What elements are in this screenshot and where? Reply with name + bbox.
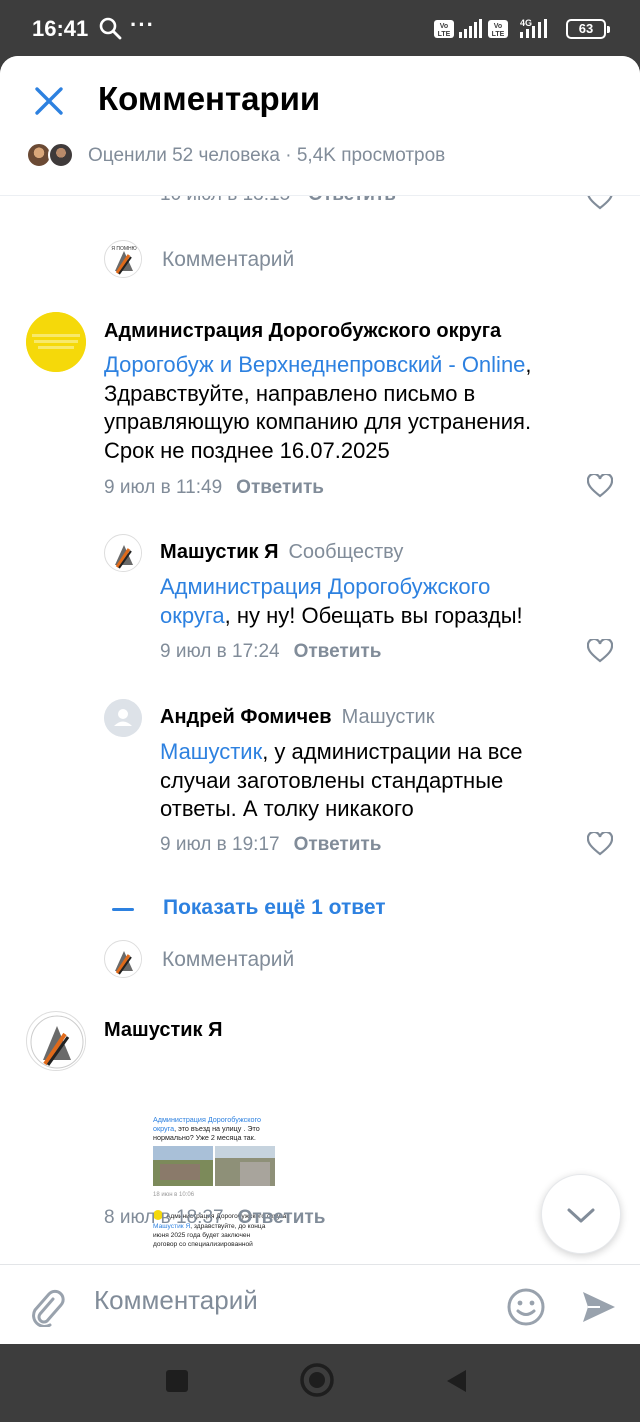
- comment-text-line: , ну ну! Обещать вы горазды!: [224, 602, 523, 628]
- back-triangle-icon[interactable]: [444, 1368, 470, 1394]
- svg-text:LTE: LTE: [438, 31, 451, 38]
- author-avatar[interactable]: [104, 699, 142, 737]
- mention-link[interactable]: Администрация Дорогобужского: [160, 574, 490, 599]
- attachment-line: договор со специализированной: [153, 1240, 253, 1248]
- send-icon[interactable]: [580, 1289, 618, 1325]
- reply-input-row[interactable]: Я ПОМНЮ Комментарий: [104, 240, 504, 280]
- svg-text:LTE: LTE: [492, 31, 505, 38]
- smile-icon[interactable]: [506, 1287, 546, 1327]
- recents-square-icon[interactable]: [164, 1368, 190, 1394]
- svg-text:4G: 4G: [520, 18, 532, 28]
- heart-icon[interactable]: [587, 474, 613, 498]
- show-more-replies-button[interactable]: Показать ещё 1 ответ: [112, 894, 432, 928]
- author-avatar[interactable]: [104, 534, 142, 572]
- reply-input-row[interactable]: Комментарий: [104, 940, 504, 980]
- comment-text-line: случаи заготовлены стандартные: [160, 767, 504, 793]
- attached-screenshot-image[interactable]: Администрация Дорогобужского округа, это…: [150, 1112, 300, 1252]
- comment-text-line: , у администрации на все: [262, 739, 523, 764]
- status-bar: 16:41 ··· Vo LTE Vo LTE 4G 63: [0, 0, 640, 58]
- comment-author[interactable]: Машустик Я: [104, 1019, 222, 1042]
- svg-text:Я ПОМНЮ: Я ПОМНЮ: [111, 246, 136, 252]
- attachment-line: округа, это въезд на улицу . Это: [153, 1124, 260, 1133]
- signal-4g-icon: 4G: [520, 18, 547, 38]
- mention-link[interactable]: округа: [160, 603, 225, 628]
- heart-icon[interactable]: [587, 639, 613, 663]
- heart-icon[interactable]: [587, 832, 613, 856]
- svg-text:Vo: Vo: [494, 23, 502, 30]
- attachment-line: нормально? Уже 2 месяца так.: [153, 1133, 256, 1142]
- mention-link[interactable]: Дорогобуж и Верхнеднепровский - Online: [104, 352, 525, 377]
- chevron-down-icon: [567, 1208, 595, 1223]
- reply-button[interactable]: Ответить: [238, 1207, 326, 1228]
- comment-input[interactable]: Комментарий: [94, 1285, 484, 1327]
- comment-text: Администрация Дорогобужского округа, ну …: [160, 573, 620, 630]
- reply-button[interactable]: Ответить: [294, 641, 382, 662]
- comment-text-line: ответы. А толку никакого: [160, 796, 414, 821]
- reply-button[interactable]: Ответить: [236, 477, 324, 498]
- page-title: Комментарии: [98, 80, 321, 117]
- battery-indicator: 63: [566, 19, 610, 39]
- author-name[interactable]: Машустик Я: [160, 541, 278, 563]
- reply-target: Сообществу: [288, 541, 404, 563]
- comment-composer: Комментарий: [0, 1264, 640, 1344]
- author-name[interactable]: Андрей Фомичев: [160, 706, 332, 728]
- comment-author[interactable]: Андрей Фомичев Машустик: [160, 706, 434, 729]
- author-avatar[interactable]: [26, 1011, 86, 1071]
- home-circle-icon[interactable]: [299, 1362, 335, 1398]
- comment-text-line: Срок не позднее 16.07.2025: [104, 437, 390, 463]
- reply-button[interactable]: Ответить: [294, 834, 382, 855]
- show-more-label[interactable]: Показать ещё 1 ответ: [163, 896, 386, 920]
- status-time: 16:41: [32, 16, 89, 41]
- clip-icon[interactable]: [28, 1287, 66, 1327]
- mention-link[interactable]: Машустик: [160, 739, 262, 764]
- my-avatar: Я ПОМНЮ: [104, 240, 142, 278]
- comment-author[interactable]: Администрация Дорогобужского округа: [104, 320, 501, 343]
- attachment-meta: 18 июн в 10:06: [153, 1192, 195, 1198]
- attachment-line: июня 2025 года будет заключен: [153, 1231, 251, 1239]
- signal-icon: Vo LTE Vo LTE: [434, 19, 508, 38]
- collapse-dash-icon: [112, 908, 134, 911]
- attachment-link: Администрация Дорогобужского: [153, 1115, 261, 1124]
- scroll-down-button[interactable]: [541, 1174, 621, 1254]
- search-icon: [99, 17, 122, 40]
- svg-text:Vo: Vo: [440, 23, 448, 30]
- comments-sheet: Комментарии Оценили 52 человека · 5,4K п…: [0, 56, 640, 1344]
- comment-text: Машустик, у администрации на все случаи …: [160, 738, 620, 824]
- comment-date: 9 июл в 19:17: [160, 834, 280, 855]
- comment-meta: 8 июл в 18:37 Ответить: [104, 1207, 325, 1229]
- comment-author[interactable]: Машустик Я Сообществу: [160, 541, 403, 564]
- sheet-header: Комментарии Оценили 52 человека · 5,4K п…: [0, 56, 640, 196]
- reply-input-placeholder[interactable]: Комментарий: [162, 948, 294, 972]
- comment-text-line: управляющую компанию для устранения.: [104, 409, 532, 434]
- user-placeholder-icon: [104, 699, 142, 737]
- reply-input-placeholder[interactable]: Комментарий: [162, 248, 294, 272]
- my-avatar: [104, 940, 142, 978]
- comment-text-line: Здравствуйте, направлено письмо в: [104, 380, 476, 406]
- system-nav-bar: [0, 1344, 640, 1422]
- close-icon[interactable]: [30, 82, 68, 120]
- reply-target: Машустик: [341, 706, 435, 728]
- comment-meta: 9 июл в 19:17 Ответить: [160, 834, 381, 856]
- likes-text: Оценили 52 человека · 5,4K просмотров: [88, 145, 446, 166]
- comments-feed[interactable]: 10 июл в 13:15Ответить Я ПОМНЮ Комментар…: [0, 56, 640, 1264]
- comment-meta: 9 июл в 17:24 Ответить: [160, 641, 381, 663]
- comment-date: 8 июл в 18:37: [104, 1207, 224, 1228]
- comment-text: Дорогобуж и Верхнеднепровский - Online, …: [104, 352, 532, 463]
- liker-avatar: [48, 142, 74, 168]
- admin-avatar[interactable]: [26, 312, 86, 372]
- comment-date: 9 июл в 17:24: [160, 641, 280, 662]
- comment-date: 9 июл в 11:49: [104, 477, 223, 498]
- status-more-dots: ···: [130, 12, 155, 37]
- comment-meta: 9 июл в 11:49 Ответить: [104, 477, 324, 499]
